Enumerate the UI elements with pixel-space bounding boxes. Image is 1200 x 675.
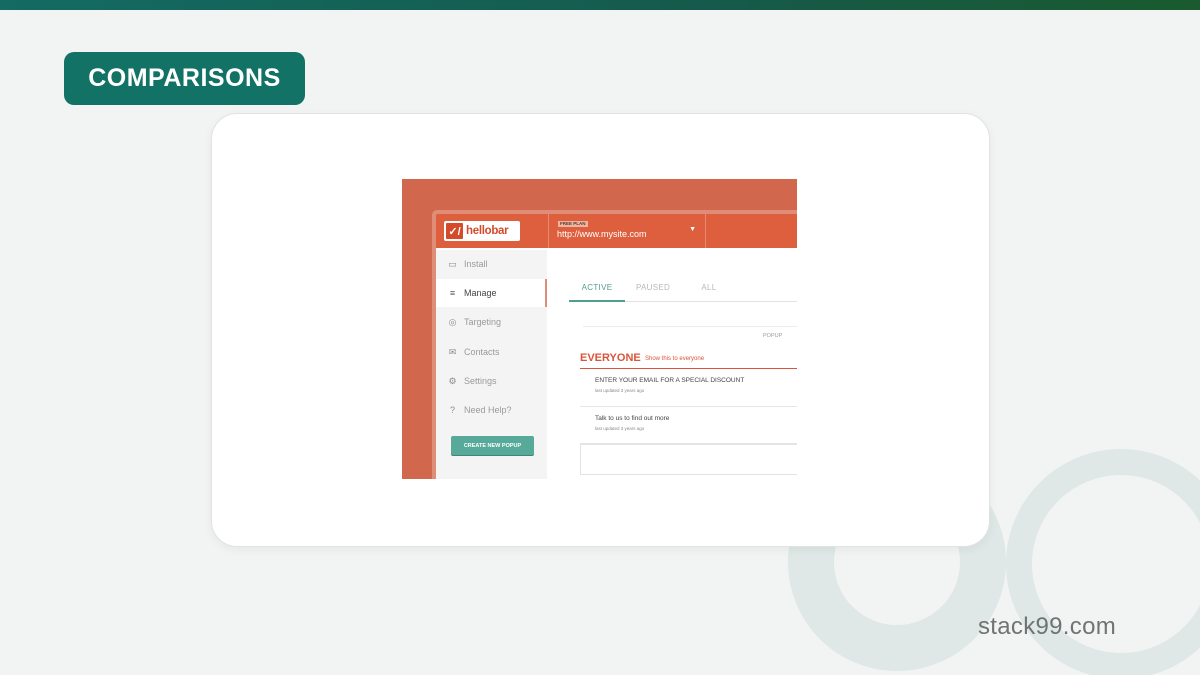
sidebar-item-label: Manage bbox=[464, 288, 497, 298]
tab-all[interactable]: ALL bbox=[681, 282, 737, 302]
hellobar-screenshot: ✓/ hellobar FREE PLAN http://www.mysite.… bbox=[402, 179, 797, 479]
brand-watermark: stack99.com bbox=[978, 613, 1117, 640]
section-badge: COMPARISONS bbox=[64, 52, 305, 105]
plan-badge: FREE PLAN bbox=[558, 221, 588, 227]
gear-icon: ⚙ bbox=[448, 375, 457, 386]
column-header-popup: POPUP bbox=[763, 333, 783, 339]
sidebar-item-label: Contacts bbox=[464, 347, 500, 357]
create-new-popup-button[interactable]: CREATE NEW POPUP bbox=[451, 436, 534, 455]
column-header: POPUP bbox=[583, 326, 797, 339]
help-icon: ? bbox=[449, 405, 455, 415]
sidebar-item-contacts[interactable]: ✉ Contacts bbox=[436, 338, 547, 366]
chevron-down-icon: ▼ bbox=[689, 226, 696, 233]
target-icon: ◎ bbox=[448, 316, 457, 327]
popup-meta: last updated 3 years ago bbox=[595, 388, 645, 393]
sidebar-item-manage[interactable]: ≡ Manage bbox=[436, 279, 547, 307]
list-item[interactable]: Talk to us to find out more last updated… bbox=[580, 407, 797, 445]
sidebar-item-settings[interactable]: ⚙ Settings bbox=[436, 367, 547, 395]
group-subtitle: Show this to everyone bbox=[645, 356, 705, 362]
popup-meta: last updated 3 years ago bbox=[595, 426, 645, 431]
sidebar-item-label: Need Help? bbox=[464, 405, 512, 415]
status-tabs: ACTIVE PAUSED ALL bbox=[569, 282, 797, 302]
top-accent-bar bbox=[0, 0, 1200, 10]
sidebar-item-targeting[interactable]: ◎ Targeting bbox=[436, 308, 547, 336]
logo-text: hellobar bbox=[466, 225, 509, 237]
sidebar-item-help[interactable]: ? Need Help? bbox=[436, 396, 547, 424]
sidebar-item-label: Install bbox=[464, 259, 488, 269]
list-item[interactable]: ENTER YOUR EMAIL FOR A SPECIAL DISCOUNT … bbox=[580, 369, 797, 407]
manage-icon: ≡ bbox=[449, 288, 456, 298]
tab-paused[interactable]: PAUSED bbox=[625, 282, 681, 302]
popup-title: ENTER YOUR EMAIL FOR A SPECIAL DISCOUNT bbox=[595, 377, 745, 384]
hellobar-logo[interactable]: ✓/ hellobar bbox=[444, 221, 520, 241]
sidebar-item-label: Targeting bbox=[464, 317, 502, 327]
sidebar-item-label: Settings bbox=[464, 376, 497, 386]
site-selector[interactable]: FREE PLAN http://www.mysite.com ▼ bbox=[548, 214, 706, 248]
tab-active[interactable]: ACTIVE bbox=[569, 282, 625, 302]
install-icon: ▭ bbox=[448, 258, 457, 269]
site-url: http://www.mysite.com bbox=[557, 229, 647, 239]
envelope-icon: ✉ bbox=[448, 346, 457, 357]
hellobar-logo-icon: ✓/ bbox=[446, 223, 463, 239]
app-header: ✓/ hellobar FREE PLAN http://www.mysite.… bbox=[436, 214, 797, 248]
sidebar: ▭ Install ≡ Manage ◎ Targeting ✉ Contact… bbox=[436, 250, 547, 479]
group-title: EVERYONE bbox=[580, 352, 641, 364]
popup-title: Talk to us to find out more bbox=[595, 415, 670, 422]
sidebar-item-install[interactable]: ▭ Install bbox=[436, 250, 547, 278]
decorative-ring bbox=[1006, 449, 1200, 675]
empty-row bbox=[580, 443, 797, 475]
app-window: ✓/ hellobar FREE PLAN http://www.mysite.… bbox=[432, 210, 797, 479]
main-panel: ACTIVE PAUSED ALL POPUP EVERYONE Show th… bbox=[547, 250, 797, 479]
